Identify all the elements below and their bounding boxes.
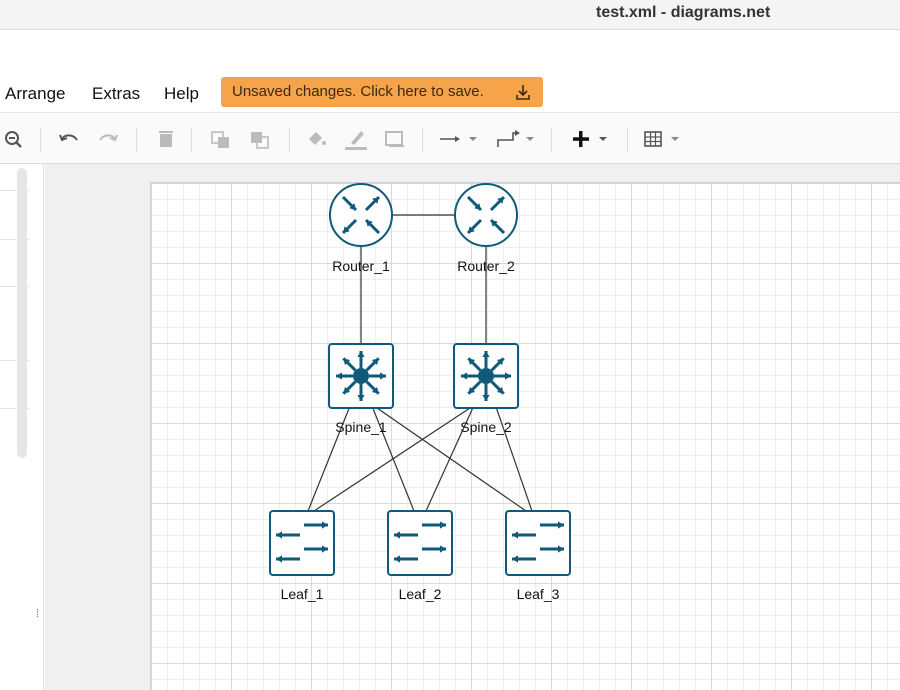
- nodes: Router_1 Router_2 Spine_1 Spine_2 Leaf_1 Leaf…: [269, 183, 571, 602]
- node-label-router1: Router_1: [332, 258, 390, 274]
- node-label-leaf1: Leaf_1: [281, 586, 324, 602]
- layer3-switch-icon: [461, 351, 511, 401]
- router-node-router2[interactable]: Router_2: [454, 183, 518, 274]
- leaf-node-leaf3[interactable]: Leaf_3: [505, 510, 571, 602]
- node-label-leaf3: Leaf_3: [517, 586, 560, 602]
- spine-node-spine1[interactable]: Spine_1: [328, 343, 394, 435]
- node-label-spine1: Spine_1: [335, 419, 387, 435]
- layer3-switch-icon: [336, 351, 386, 401]
- leaf-node-leaf1[interactable]: Leaf_1: [269, 510, 335, 602]
- node-label-spine2: Spine_2: [460, 419, 512, 435]
- router-node-router1[interactable]: Router_1: [329, 183, 393, 274]
- diagram-layer: Router_1 Router_2 Spine_1 Spine_2 Leaf_1 Leaf…: [269, 183, 571, 602]
- spine-node-spine2[interactable]: Spine_2: [453, 343, 519, 435]
- node-label-leaf2: Leaf_2: [399, 586, 442, 602]
- leaf-node-leaf2[interactable]: Leaf_2: [387, 510, 453, 602]
- node-label-router2: Router_2: [457, 258, 515, 274]
